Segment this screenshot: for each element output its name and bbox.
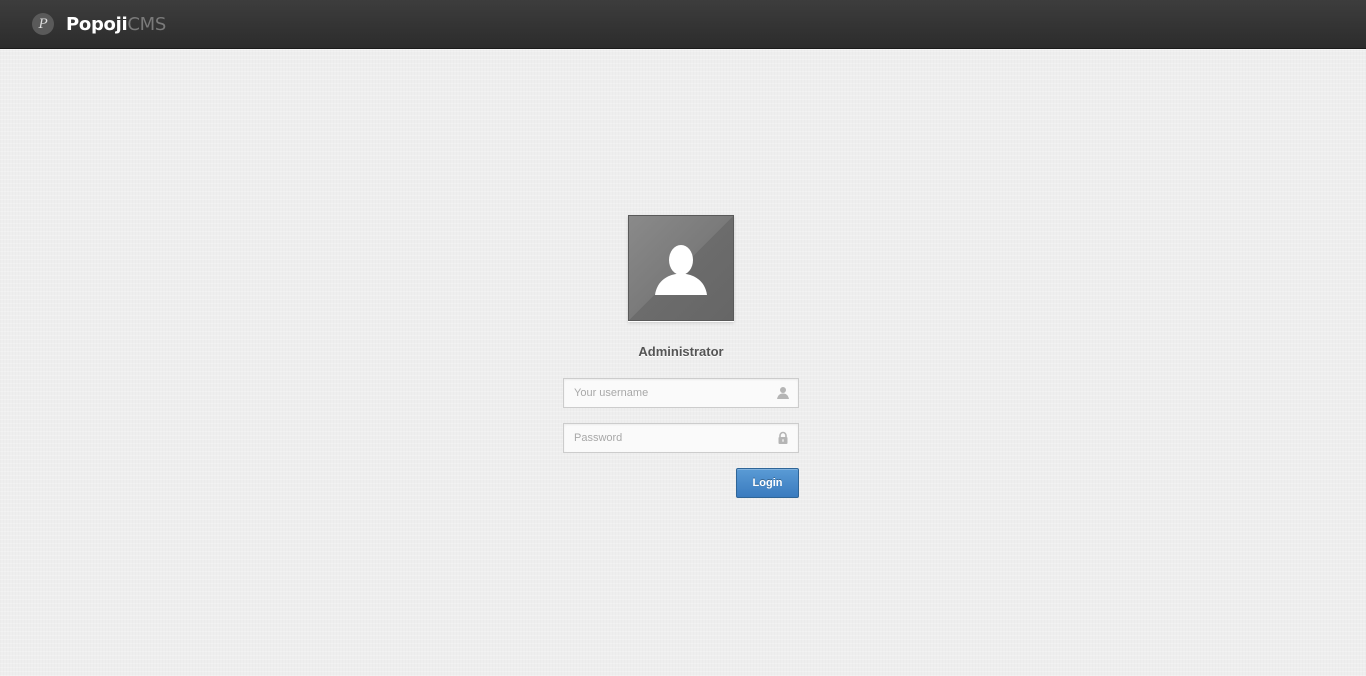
- user-avatar: [628, 215, 734, 321]
- brand-name: PopojiCMS: [66, 14, 166, 35]
- password-field[interactable]: [563, 423, 799, 453]
- user-role-label: Administrator: [638, 344, 724, 359]
- brand[interactable]: P PopojiCMS: [32, 12, 166, 36]
- username-input[interactable]: [564, 379, 774, 407]
- password-input[interactable]: [564, 424, 774, 452]
- popoji-logo-icon: P: [32, 13, 54, 35]
- lock-icon: [778, 431, 788, 444]
- user-silhouette-icon: [655, 245, 707, 295]
- login-button[interactable]: Login: [736, 468, 799, 498]
- brand-name-suffix: CMS: [127, 13, 166, 35]
- top-navbar: P PopojiCMS: [0, 0, 1366, 49]
- user-icon: [777, 387, 789, 399]
- brand-name-main: Popoji: [66, 13, 128, 35]
- username-field[interactable]: [563, 378, 799, 408]
